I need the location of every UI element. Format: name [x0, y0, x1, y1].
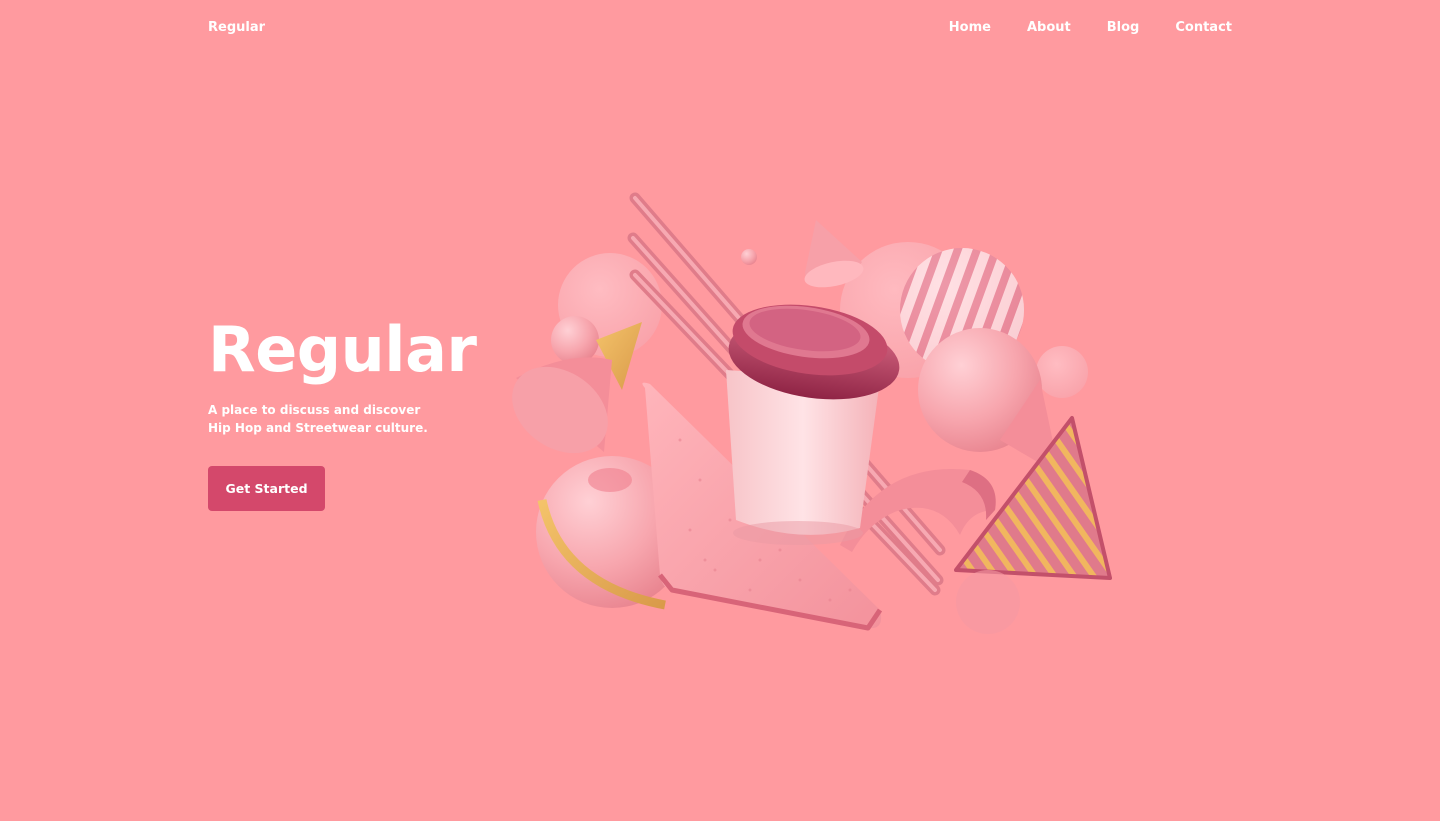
nav-contact-link[interactable]: Contact — [1175, 20, 1232, 35]
landing-page: Regular Home About Blog Contact Regular … — [0, 0, 1440, 821]
nav-about-link[interactable]: About — [1027, 20, 1071, 35]
hero-subtitle-line-2: Hip Hop and Streetwear culture. — [208, 421, 428, 435]
abstract-shapes-illustration — [512, 192, 1112, 634]
nav-links: Home About Blog Contact — [949, 20, 1232, 35]
hero-illustration — [500, 180, 1140, 660]
hero-subtitle: A place to discuss and discover Hip Hop … — [208, 401, 476, 437]
top-navigation: Regular Home About Blog Contact — [208, 0, 1232, 54]
hero-title: Regular — [208, 313, 477, 386]
nav-home-link[interactable]: Home — [949, 20, 991, 35]
brand-logo-link[interactable]: Regular — [208, 20, 265, 35]
nav-blog-link[interactable]: Blog — [1107, 20, 1140, 35]
get-started-button[interactable]: Get Started — [208, 466, 325, 511]
hero-subtitle-line-1: A place to discuss and discover — [208, 403, 421, 417]
hero-section: Regular A place to discuss and discover … — [208, 312, 477, 437]
